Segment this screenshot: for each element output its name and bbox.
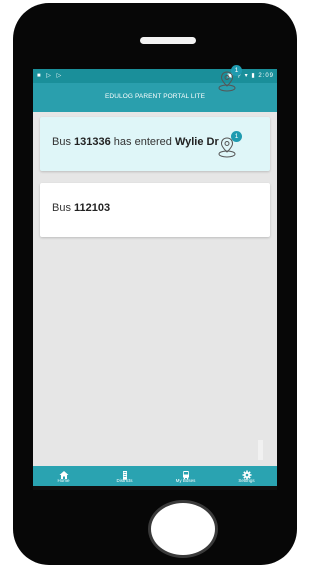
status-time: 2:09 bbox=[258, 73, 274, 79]
nav-home[interactable]: Home bbox=[33, 466, 94, 486]
bus-number: 112103 bbox=[74, 202, 111, 214]
home-icon bbox=[33, 467, 94, 479]
nav-home-label: Home bbox=[57, 478, 70, 483]
bus-icon bbox=[155, 467, 216, 480]
notification-badge: 1 bbox=[231, 131, 242, 142]
bus-event-text: has entered bbox=[110, 136, 175, 148]
bus-label: Bus bbox=[52, 136, 75, 148]
phone-home-button[interactable] bbox=[148, 500, 218, 558]
bus-card[interactable]: Bus 112103 bbox=[40, 183, 270, 237]
nav-my-buses-label: My Buses bbox=[175, 478, 196, 483]
status-notification-icons: ■ ▷ ▷ bbox=[37, 73, 64, 79]
nav-settings[interactable]: Settings bbox=[216, 466, 277, 486]
nav-districts-label: Districts bbox=[116, 478, 133, 483]
district-icon bbox=[94, 467, 155, 480]
bus-label: Bus bbox=[52, 202, 75, 214]
bus-card-text: Bus 112103 bbox=[52, 202, 110, 214]
bus-alert-location-button[interactable]: 1 bbox=[216, 65, 242, 93]
page-title: EDULOG PARENT PORTAL LITE bbox=[104, 93, 206, 100]
scroll-indicator[interactable] bbox=[258, 440, 263, 460]
bus-number: 131336 bbox=[74, 136, 111, 148]
bottom-navigation: Home Districts My Buses Settings bbox=[33, 466, 277, 486]
phone-speaker bbox=[140, 37, 196, 44]
nav-my-buses[interactable]: My Buses bbox=[155, 466, 216, 486]
notification-badge: 1 bbox=[231, 65, 242, 76]
nav-districts[interactable]: Districts bbox=[94, 466, 155, 486]
bus-location-button[interactable]: 1 bbox=[216, 131, 242, 159]
bus-location: Wylie Dr bbox=[174, 136, 219, 148]
system-navigation-bar bbox=[33, 486, 277, 490]
bus-alert-text: Bus 131336 has entered Wylie Dr bbox=[52, 136, 219, 148]
gear-icon bbox=[216, 467, 277, 480]
nav-settings-label: Settings bbox=[238, 478, 255, 483]
